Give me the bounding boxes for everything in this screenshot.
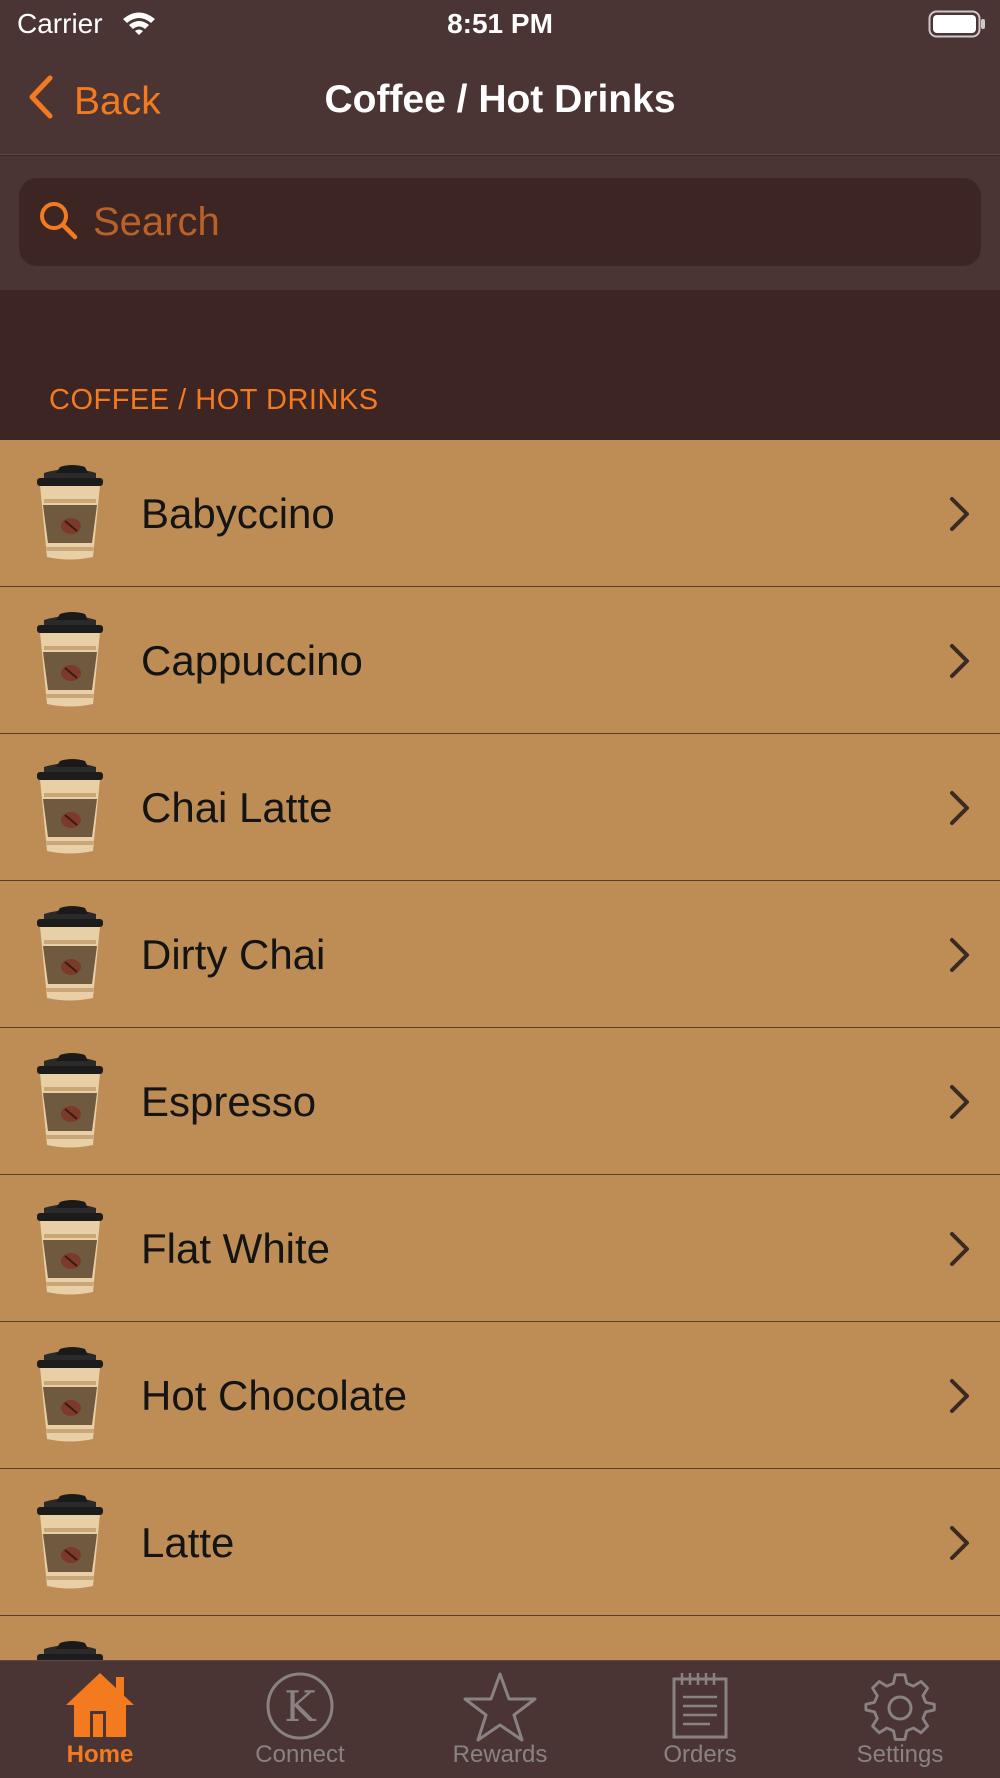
tab-connect[interactable]: K Connect bbox=[200, 1661, 400, 1778]
coffee-cup-icon bbox=[30, 1344, 110, 1451]
item-label: Chai Latte bbox=[141, 784, 333, 831]
status-bar: Carrier 8:51 PM bbox=[0, 0, 1000, 50]
search-input[interactable] bbox=[93, 199, 913, 245]
coffee-cup-icon bbox=[30, 462, 110, 569]
chevron-right-icon bbox=[948, 1378, 972, 1419]
navigation-bar: Back Coffee / Hot Drinks bbox=[0, 50, 1000, 155]
item-label: Flat White bbox=[141, 1225, 331, 1272]
chevron-right-icon bbox=[948, 1231, 972, 1272]
section-header: COFFEE / HOT DRINKS bbox=[0, 290, 1000, 440]
item-label: Dirty Chai bbox=[141, 931, 326, 978]
tab-bar: Home K Connect Rewards Orders Settings bbox=[0, 1660, 1000, 1778]
list-item[interactable]: Espresso bbox=[0, 1028, 1000, 1175]
list-item[interactable] bbox=[0, 1616, 1000, 1660]
tab-label: Settings bbox=[856, 1741, 944, 1768]
tab-settings[interactable]: Settings bbox=[800, 1661, 1000, 1778]
tab-rewards[interactable]: Rewards bbox=[400, 1661, 600, 1778]
chevron-right-icon bbox=[948, 1525, 972, 1566]
list-item[interactable]: Babyccino bbox=[0, 440, 1000, 587]
item-label: Latte bbox=[141, 1519, 235, 1566]
tab-label: Home bbox=[66, 1741, 134, 1768]
status-time: 8:51 PM bbox=[447, 8, 553, 39]
item-label: Babyccino bbox=[141, 490, 335, 537]
tab-label: Connect bbox=[255, 1741, 345, 1768]
list-item[interactable]: Hot Chocolate bbox=[0, 1322, 1000, 1469]
coffee-cup-icon bbox=[30, 1491, 110, 1598]
search-bar[interactable] bbox=[19, 178, 981, 266]
chevron-right-icon bbox=[948, 937, 972, 978]
svg-text:K: K bbox=[284, 1682, 317, 1731]
search-area bbox=[0, 156, 1000, 290]
drink-list: Babyccino Cappuccino Chai Latte Dirty Ch… bbox=[0, 440, 1000, 1660]
list-item[interactable]: Cappuccino bbox=[0, 587, 1000, 734]
coffee-cup-icon bbox=[30, 903, 110, 1010]
chevron-right-icon bbox=[948, 496, 972, 537]
battery-icon bbox=[928, 10, 986, 43]
coffee-cup-icon bbox=[30, 609, 110, 716]
chevron-right-icon bbox=[948, 643, 972, 684]
tab-label: Orders bbox=[663, 1741, 737, 1768]
tab-home[interactable]: Home bbox=[0, 1661, 200, 1778]
coffee-cup-icon bbox=[30, 1050, 110, 1157]
coffee-cup-icon bbox=[30, 1197, 110, 1304]
item-label: Cappuccino bbox=[141, 637, 363, 684]
tab-orders[interactable]: Orders bbox=[600, 1661, 800, 1778]
coffee-cup-icon bbox=[30, 1638, 110, 1660]
item-label: Hot Chocolate bbox=[141, 1372, 408, 1419]
search-icon bbox=[19, 199, 93, 246]
tab-label: Rewards bbox=[452, 1741, 548, 1768]
coffee-cup-icon bbox=[30, 756, 110, 863]
list-item[interactable]: Chai Latte bbox=[0, 734, 1000, 881]
section-title: COFFEE / HOT DRINKS bbox=[49, 384, 379, 416]
chevron-right-icon bbox=[948, 790, 972, 831]
list-item[interactable]: Flat White bbox=[0, 1175, 1000, 1322]
page-title: Coffee / Hot Drinks bbox=[324, 78, 676, 121]
list-item[interactable]: Latte bbox=[0, 1469, 1000, 1616]
item-label: Espresso bbox=[141, 1078, 317, 1125]
chevron-right-icon bbox=[948, 1084, 972, 1125]
list-item[interactable]: Dirty Chai bbox=[0, 881, 1000, 1028]
